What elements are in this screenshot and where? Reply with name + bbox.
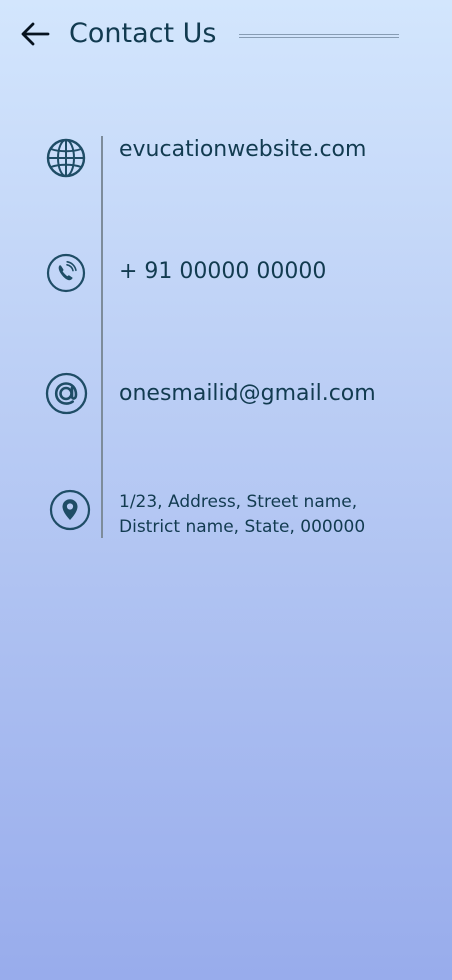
title-decorative-rule [239, 34, 399, 38]
website-link[interactable]: evucationwebsite.com [119, 135, 366, 165]
back-arrow-icon [21, 22, 50, 46]
globe-icon [45, 137, 87, 179]
phone-icon [46, 253, 86, 293]
contact-divider [101, 136, 103, 538]
phone-number[interactable]: + 91 00000 00000 [119, 257, 326, 287]
contact-item-phone: + 91 00000 00000 [0, 252, 452, 312]
header: Contact Us [0, 0, 452, 70]
page-title: Contact Us [69, 18, 217, 49]
contact-item-address: 1/23, Address, Street name, District nam… [0, 488, 452, 548]
address-text: 1/23, Address, Street name, District nam… [119, 492, 366, 537]
location-pin-icon [49, 489, 91, 531]
contact-item-email: onesmailid@gmail.com [0, 371, 452, 431]
contact-item-website: evucationwebsite.com [0, 134, 452, 194]
back-button[interactable] [18, 19, 52, 49]
at-icon [45, 372, 88, 415]
email-link[interactable]: onesmailid@gmail.com [119, 379, 376, 409]
